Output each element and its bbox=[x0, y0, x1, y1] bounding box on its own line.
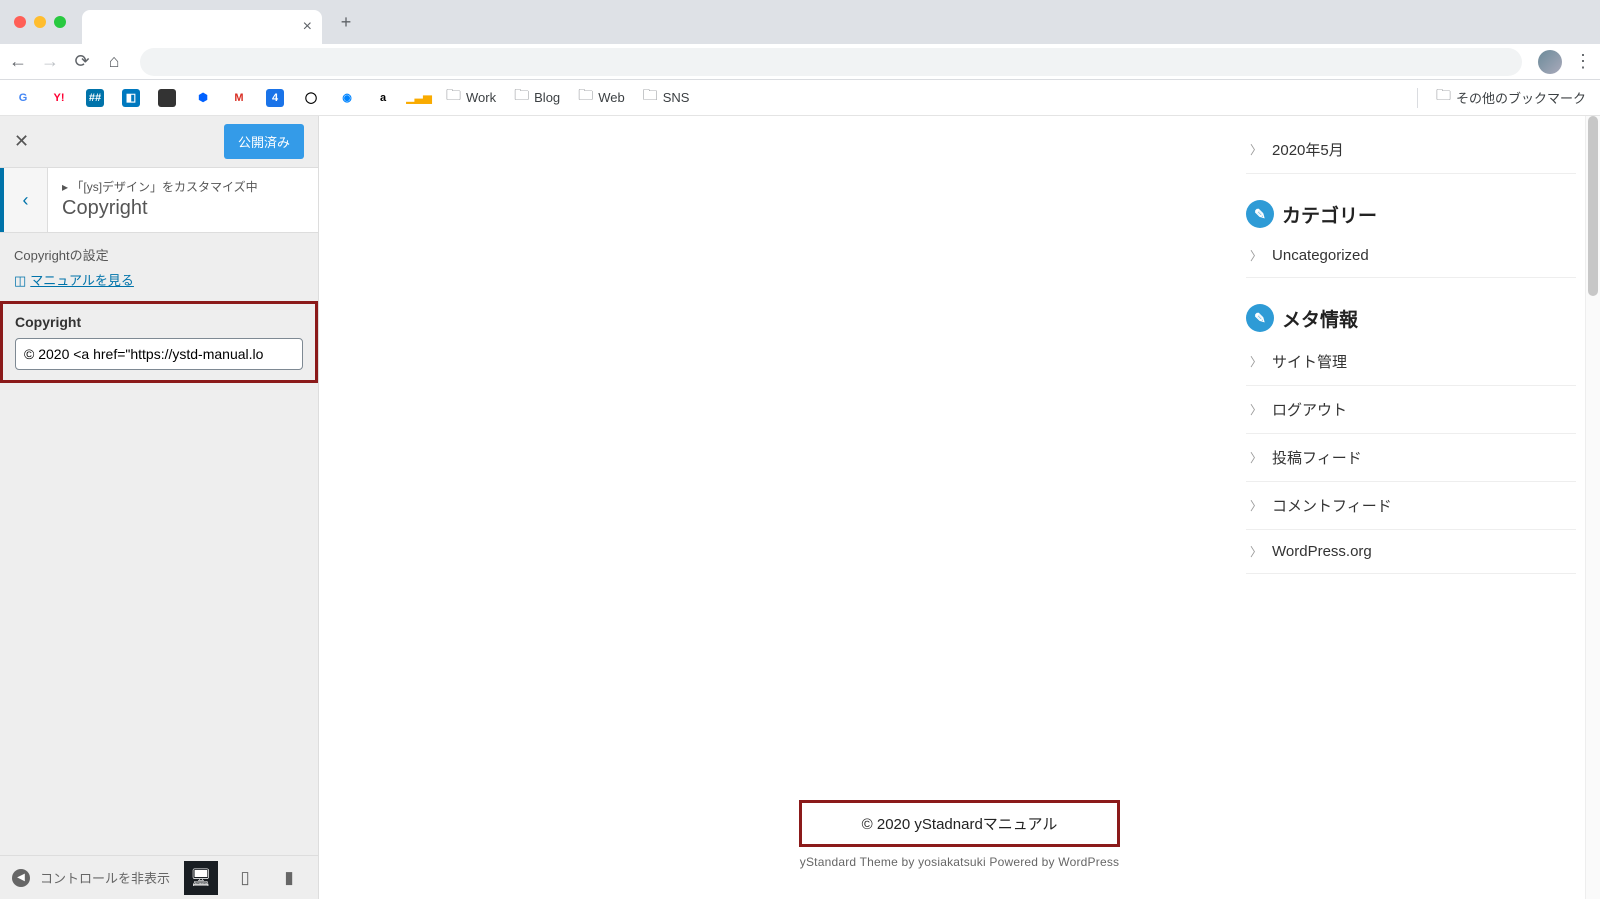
list-item[interactable]: 〉WordPress.org bbox=[1246, 530, 1576, 574]
widget-archive-list: 〉2020年5月 bbox=[1246, 126, 1576, 174]
widget-categories-list: 〉Uncategorized bbox=[1246, 234, 1576, 278]
bookmark-dropbox[interactable]: ⬢ bbox=[194, 89, 212, 107]
address-bar[interactable] bbox=[140, 48, 1522, 76]
minimize-window-button[interactable] bbox=[34, 16, 46, 28]
pencil-icon[interactable]: ✎ bbox=[1246, 200, 1274, 228]
close-window-button[interactable] bbox=[14, 16, 26, 28]
folder-icon: 🗀 bbox=[643, 85, 658, 110]
widget-title-categories: ✎ カテゴリー bbox=[1246, 200, 1576, 228]
bookmark-hash[interactable]: ## bbox=[86, 89, 104, 107]
bookmarks-bar: G Y! ## ◧ ▬ ⬢ M 4 ◯ ◉ a ▁▃▅ 🗀Work 🗀Blog … bbox=[0, 80, 1600, 116]
back-button[interactable]: ← bbox=[8, 51, 28, 72]
list-item[interactable]: 〉サイト管理 bbox=[1246, 338, 1576, 386]
browser-tab[interactable]: × bbox=[82, 10, 322, 44]
preview-scrollbar[interactable] bbox=[1585, 116, 1600, 899]
bookmark-yahoo[interactable]: Y! bbox=[50, 89, 68, 107]
copyright-input[interactable] bbox=[15, 338, 303, 370]
folder-icon: 🗀 bbox=[514, 85, 529, 110]
back-section-button[interactable]: ‹ bbox=[0, 168, 48, 232]
folder-icon: 🗀 bbox=[446, 85, 461, 110]
folder-icon: 🗀 bbox=[578, 85, 593, 110]
publish-button[interactable]: 公開済み bbox=[224, 124, 304, 159]
bookmarks-separator bbox=[1417, 88, 1418, 108]
chevron-right-icon: 〉 bbox=[1250, 141, 1262, 158]
window-titlebar: × + bbox=[0, 0, 1600, 44]
forward-button[interactable]: → bbox=[40, 51, 60, 72]
bookmark-folder-sns[interactable]: 🗀SNS bbox=[643, 85, 690, 110]
list-item[interactable]: 〉コメントフィード bbox=[1246, 482, 1576, 530]
book-icon: ◫ bbox=[14, 273, 26, 288]
preview-footer: © 2020 yStadnardマニュアル yStandard Theme by… bbox=[319, 800, 1600, 869]
copyright-field-label: Copyright bbox=[15, 314, 303, 330]
footer-credit-text: yStandard Theme by yosiakatsuki Powered … bbox=[319, 855, 1600, 869]
footer-copyright-text: © 2020 yStadnardマニュアル bbox=[862, 816, 1058, 833]
bookmark-google[interactable]: G bbox=[14, 89, 32, 107]
browser-toolbar: ← → ⟳ ⌂ ⋮ bbox=[0, 44, 1600, 80]
list-item[interactable]: 〉Uncategorized bbox=[1246, 234, 1576, 278]
chevron-right-icon: 〉 bbox=[1250, 247, 1262, 264]
section-title: Copyright bbox=[62, 197, 258, 220]
chevron-right-icon: 〉 bbox=[1250, 543, 1262, 560]
customizer-sidebar: ✕ 公開済み ‹ ▸ 「[ys]デザイン」をカスタマイズ中 Copyright … bbox=[0, 116, 319, 899]
customizer-header: ✕ 公開済み bbox=[0, 116, 318, 168]
customizer-breadcrumb-row: ‹ ▸ 「[ys]デザイン」をカスタマイズ中 Copyright bbox=[0, 168, 318, 233]
section-description: Copyrightの設定 bbox=[0, 233, 318, 270]
maximize-window-button[interactable] bbox=[54, 16, 66, 28]
reload-button[interactable]: ⟳ bbox=[72, 51, 92, 72]
pencil-icon[interactable]: ✎ bbox=[1246, 304, 1274, 332]
scrollbar-thumb[interactable] bbox=[1588, 116, 1598, 296]
chevron-right-icon: 〉 bbox=[1250, 497, 1262, 514]
bookmark-messenger[interactable]: ◉ bbox=[338, 89, 356, 107]
close-customizer-button[interactable]: ✕ bbox=[14, 131, 29, 152]
customizer-footer: ◀ コントロールを非表示 🖥 ▯ ▮ bbox=[0, 855, 318, 899]
tab-close-icon[interactable]: × bbox=[303, 18, 312, 36]
bookmark-screen[interactable]: ▬ bbox=[158, 89, 176, 107]
device-desktop-button[interactable]: 🖥 bbox=[184, 861, 218, 895]
footer-copyright-highlight: © 2020 yStadnardマニュアル bbox=[799, 800, 1121, 847]
customizer-preview: 〉2020年5月 ✎ カテゴリー 〉Uncategorized ✎ メタ情報 〉… bbox=[319, 116, 1600, 899]
list-item[interactable]: 〉投稿フィード bbox=[1246, 434, 1576, 482]
profile-avatar[interactable] bbox=[1538, 50, 1562, 74]
device-tablet-button[interactable]: ▯ bbox=[228, 861, 262, 895]
folder-icon: 🗀 bbox=[1436, 85, 1451, 110]
copyright-field-highlight: Copyright bbox=[0, 301, 318, 383]
traffic-lights bbox=[14, 16, 66, 28]
device-mobile-button[interactable]: ▮ bbox=[272, 861, 306, 895]
home-button[interactable]: ⌂ bbox=[104, 51, 124, 72]
bookmark-amazon[interactable]: a bbox=[374, 89, 392, 107]
manual-link[interactable]: マニュアルを見る bbox=[30, 273, 134, 288]
other-bookmarks[interactable]: 🗀その他のブックマーク bbox=[1436, 85, 1586, 110]
bookmark-calendar[interactable]: 4 bbox=[266, 89, 284, 107]
chevron-right-icon: 〉 bbox=[1250, 353, 1262, 370]
widget-meta-list: 〉サイト管理 〉ログアウト 〉投稿フィード 〉コメントフィード 〉WordPre… bbox=[1246, 338, 1576, 574]
bookmark-analytics[interactable]: ▁▃▅ bbox=[410, 89, 428, 107]
browser-menu-icon[interactable]: ⋮ bbox=[1574, 51, 1592, 72]
list-item[interactable]: 〉ログアウト bbox=[1246, 386, 1576, 434]
bookmark-gmail[interactable]: M bbox=[230, 89, 248, 107]
chevron-right-icon: 〉 bbox=[1250, 449, 1262, 466]
manual-link-row: ◫ マニュアルを見る bbox=[0, 270, 318, 301]
new-tab-button[interactable]: + bbox=[332, 12, 360, 33]
bookmark-github[interactable]: ◯ bbox=[302, 89, 320, 107]
bookmark-trello[interactable]: ◧ bbox=[122, 89, 140, 107]
bookmark-folder-work[interactable]: 🗀Work bbox=[446, 85, 496, 110]
sidebar-widgets: 〉2020年5月 ✎ カテゴリー 〉Uncategorized ✎ メタ情報 〉… bbox=[1246, 126, 1576, 574]
bookmark-folder-web[interactable]: 🗀Web bbox=[578, 85, 625, 110]
chevron-right-icon: 〉 bbox=[1250, 401, 1262, 418]
list-item[interactable]: 〉2020年5月 bbox=[1246, 126, 1576, 174]
bookmark-folder-blog[interactable]: 🗀Blog bbox=[514, 85, 560, 110]
widget-title-meta: ✎ メタ情報 bbox=[1246, 304, 1576, 332]
collapse-controls-icon[interactable]: ◀ bbox=[12, 869, 30, 887]
hide-controls-label[interactable]: コントロールを非表示 bbox=[40, 868, 174, 887]
breadcrumb-text: ▸ 「[ys]デザイン」をカスタマイズ中 bbox=[62, 178, 258, 195]
